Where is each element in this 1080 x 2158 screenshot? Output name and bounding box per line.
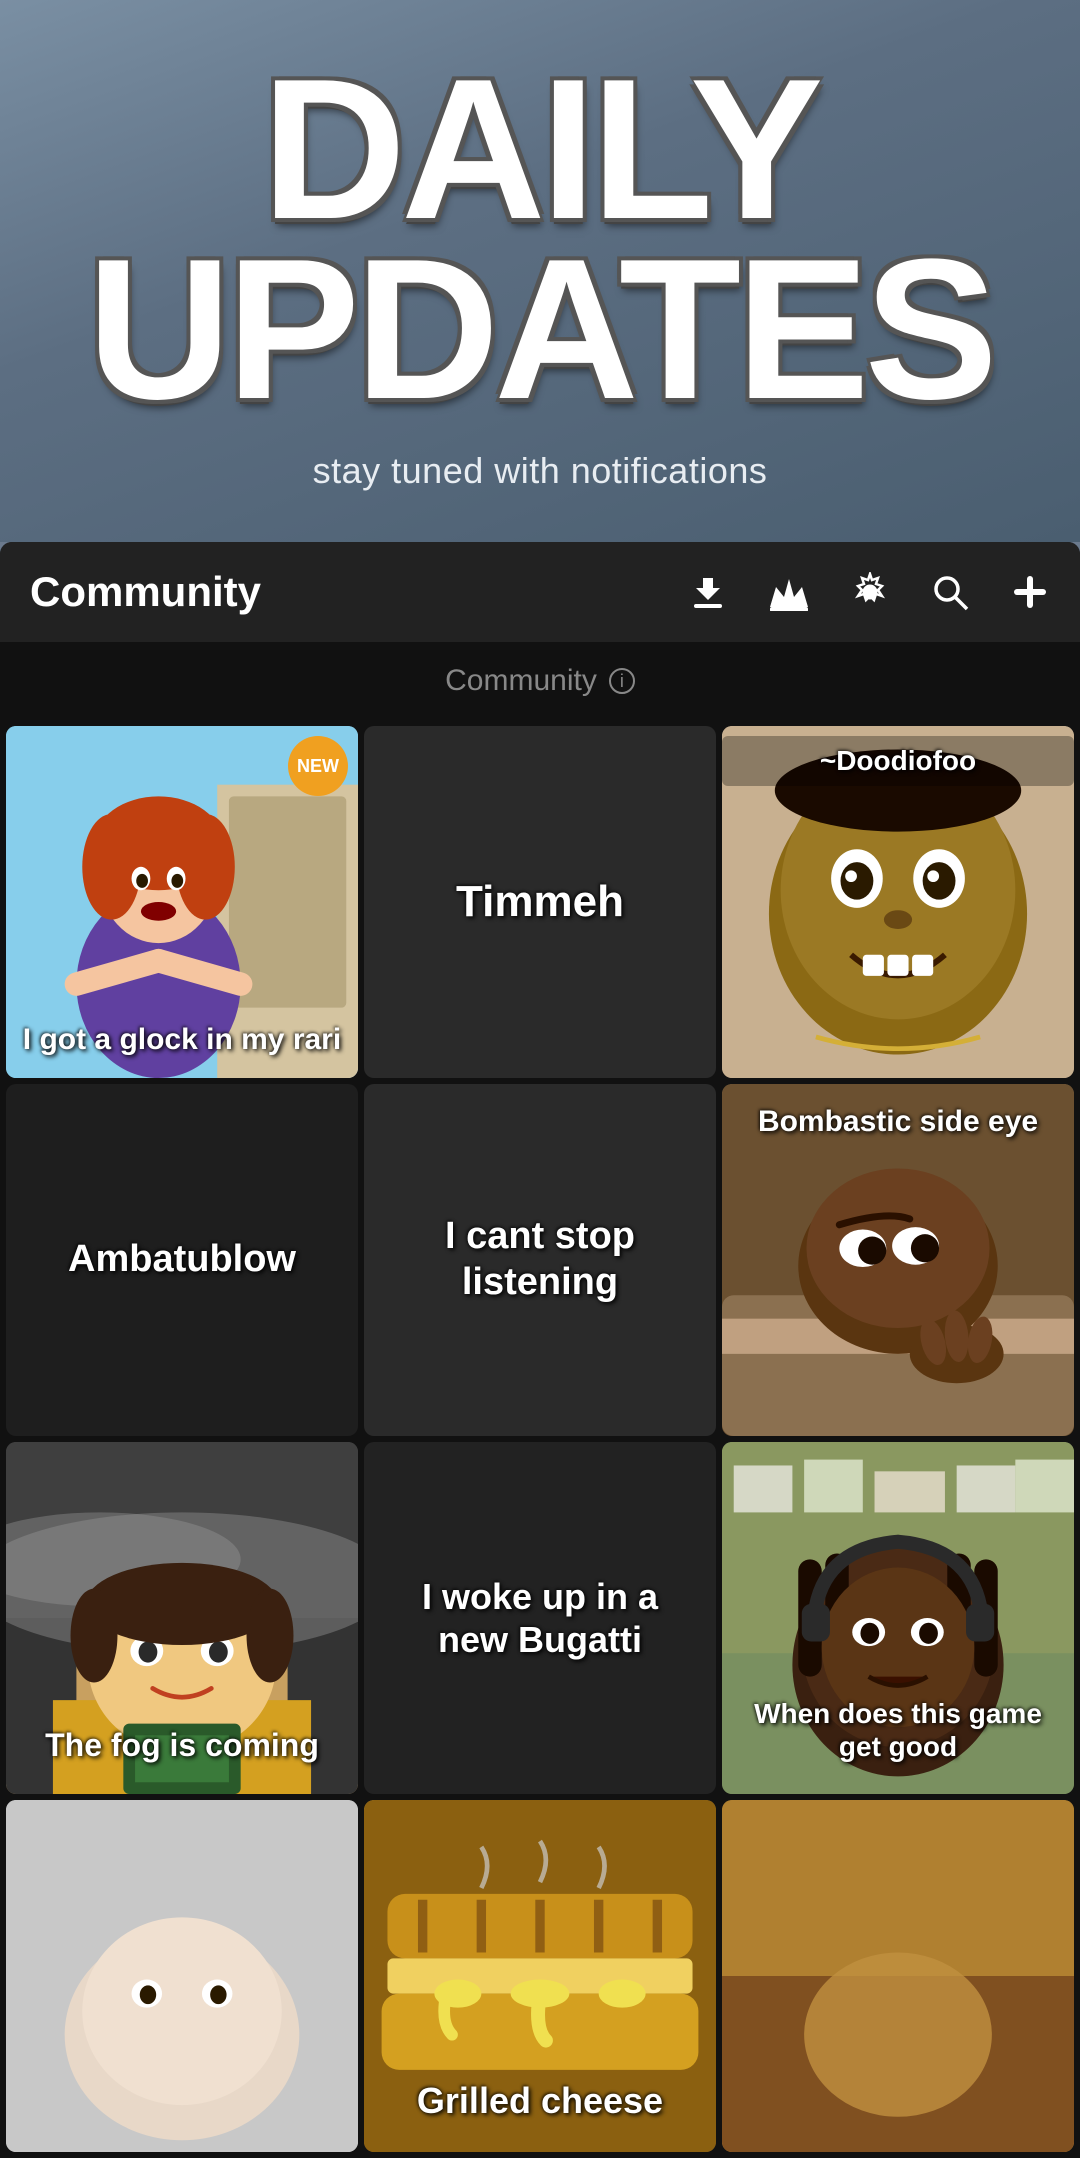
grid-item-timmeh[interactable]: Timmeh [364, 726, 716, 1078]
search-icon[interactable] [930, 572, 970, 612]
grid-item-bugatti[interactable]: I woke up in a new Bugatti [364, 1442, 716, 1794]
grid-item-label-bombastic: Bombastic side eye [722, 1094, 1074, 1150]
grid-item-label-doodiofoo: ~Doodiofoo [722, 736, 1074, 786]
toolbar: Community [0, 542, 1080, 642]
hero-subtitle: stay tuned with notifications [40, 450, 1040, 492]
hero-title: DAILY UPDATES [40, 60, 1040, 420]
grid-item-last3[interactable] [722, 1800, 1074, 2152]
toolbar-title: Community [30, 568, 688, 616]
grid-item-ambatublow[interactable]: Ambatublow [6, 1084, 358, 1436]
grid-item-label-timmeh: Timmeh [364, 726, 716, 1078]
grid-item-whendoes[interactable]: When does this game get good [722, 1442, 1074, 1794]
grid-item-label-bugatti: I woke up in a new Bugatti [364, 1442, 716, 1794]
add-icon[interactable] [1010, 572, 1050, 612]
grid-item-grilled[interactable]: Grilled cheese [364, 1800, 716, 2152]
hero-section: DAILY UPDATES stay tuned with notificati… [0, 0, 1080, 542]
section-header: Community i [0, 642, 1080, 720]
grid-item-label-grilled: Grilled cheese [364, 2059, 716, 2142]
grid-item-label-lois: I got a glock in my rari [6, 1002, 358, 1078]
grid-item-icant[interactable]: I cant stop listening [364, 1084, 716, 1436]
grid-item-lois[interactable]: NEW I got a glock in my rari [6, 726, 358, 1078]
download-icon[interactable] [688, 572, 728, 612]
section-label: Community [445, 664, 597, 698]
info-icon: i [609, 668, 635, 694]
settings-icon[interactable] [850, 572, 890, 612]
toolbar-icons [688, 572, 1050, 612]
grid-item-last1[interactable] [6, 1800, 358, 2152]
grid-item-bombastic[interactable]: Bombastic side eye [722, 1084, 1074, 1436]
grid-item-label-whendoes: When does this game get good [722, 1677, 1074, 1784]
crown-icon[interactable] [768, 573, 810, 611]
grid-item-doodiofoo[interactable]: ~Doodiofoo [722, 726, 1074, 1078]
meme-grid: NEW I got a glock in my rari Timmeh [0, 720, 1080, 2158]
new-badge: NEW [288, 736, 348, 796]
grid-item-fog[interactable]: The fog is coming [6, 1442, 358, 1794]
grid-item-label-ambatublow: Ambatublow [6, 1084, 358, 1436]
grid-item-label-fog: The fog is coming [6, 1706, 358, 1784]
app-container: Community [0, 542, 1080, 2158]
grid-item-label-icant: I cant stop listening [364, 1084, 716, 1436]
